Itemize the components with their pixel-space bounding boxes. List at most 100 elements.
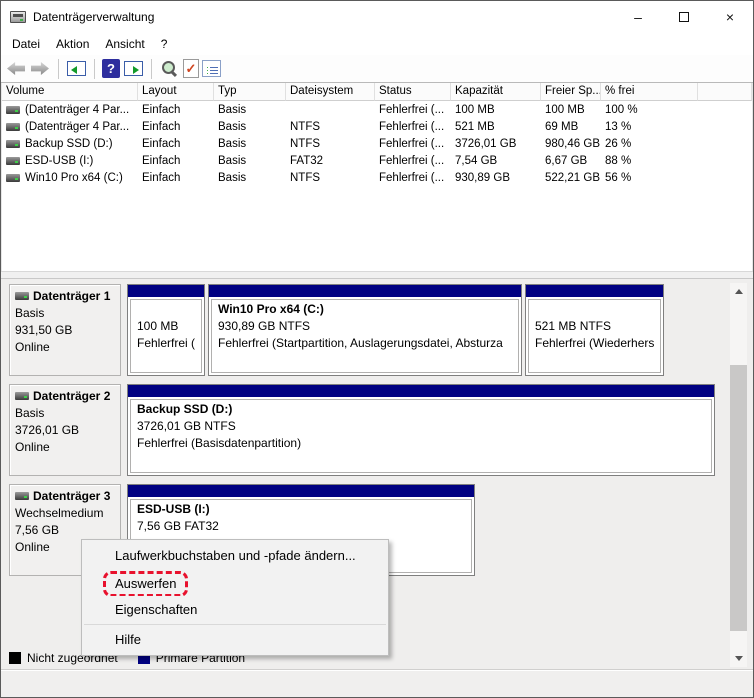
volume-cell: Fehlerfrei (... (375, 118, 451, 135)
volume-list-panel: VolumeLayoutTypDateisystemStatusKapazitä… (1, 83, 753, 271)
partition-title (535, 302, 654, 319)
scrollbar-thumb[interactable] (730, 365, 747, 631)
volume-cell: 26 % (601, 135, 698, 152)
partition-body: Backup SSD (D:)3726,01 GB NTFSFehlerfrei… (130, 399, 712, 473)
toolbar: ?✓ (1, 55, 753, 83)
menubar-item[interactable]: ? (153, 34, 176, 54)
volume-cell: Basis (214, 169, 286, 186)
partition-detail: Fehlerfrei (Basisdatenpartition) (137, 436, 705, 453)
partition-color-bar (128, 285, 204, 297)
volume-row[interactable]: Win10 Pro x64 (C:)EinfachBasisNTFSFehler… (2, 169, 752, 186)
partition-title (137, 302, 195, 319)
close-button[interactable]: × (707, 1, 753, 33)
partition-block[interactable]: 100 MBFehlerfrei (EFI-Sy (127, 284, 205, 376)
vertical-scrollbar[interactable] (730, 283, 747, 667)
properties-list-icon[interactable] (202, 60, 221, 77)
scroll-down-icon[interactable] (730, 650, 747, 667)
action-pane-icon[interactable] (123, 58, 144, 79)
column-header[interactable]: Volume (2, 83, 138, 101)
partition-title: Win10 Pro x64 (C:) (218, 302, 512, 319)
annotation-highlight-box: Auswerfen (103, 571, 188, 596)
volume-table-body: (Datenträger 4 Par...EinfachBasis Fehlerf… (2, 101, 752, 186)
forward-icon[interactable] (30, 58, 51, 79)
magnifier-icon[interactable] (159, 58, 180, 79)
partition-color-bar (128, 485, 474, 497)
volume-cell: 100 MB (541, 101, 601, 118)
volume-cell: NTFS (286, 135, 375, 152)
checkmark-page-icon[interactable]: ✓ (183, 59, 199, 78)
panel-splitter[interactable] (1, 271, 753, 279)
context-menu-item-eigenschaften[interactable]: Eigenschaften (82, 596, 388, 623)
menubar-item[interactable]: Datei (4, 34, 48, 54)
disk-size: 3726,01 GB (15, 423, 115, 437)
partition-color-bar (209, 285, 521, 297)
partition-body: 521 MB NTFSFehlerfrei (Wiederherst (528, 299, 661, 373)
toolbar-separator (58, 59, 59, 79)
disk-label-title: Datenträger 3 (15, 489, 115, 503)
column-header[interactable]: Status (375, 83, 451, 101)
partition-detail: Fehlerfrei (Wiederherst (535, 336, 654, 353)
disk-size: 931,50 GB (15, 323, 115, 337)
volume-cell: 930,89 GB (451, 169, 541, 186)
scroll-up-icon[interactable] (730, 283, 747, 300)
help-icon[interactable]: ? (102, 59, 120, 78)
menubar-item[interactable]: Aktion (48, 34, 97, 54)
context-menu-item-auswerfen[interactable]: Auswerfen (82, 569, 388, 596)
disk-size: 7,56 GB (15, 523, 115, 537)
titlebar: Datenträgerverwaltung – × (1, 1, 753, 33)
disk-row: Datenträger 2Basis3726,01 GBOnlineBackup… (9, 384, 753, 476)
volume-cell: Fehlerfrei (... (375, 152, 451, 169)
column-header[interactable]: Layout (138, 83, 214, 101)
partition-detail: Fehlerfrei (Startpartition, Auslagerungs… (218, 336, 512, 353)
volume-cell: Einfach (138, 135, 214, 152)
disk-management-window: Datenträgerverwaltung – × DateiAktionAns… (0, 0, 754, 698)
volume-cell: Basis (214, 152, 286, 169)
volume-row[interactable]: (Datenträger 4 Par...EinfachBasisNTFSFeh… (2, 118, 752, 135)
console-tree-icon[interactable] (66, 58, 87, 79)
partition-block[interactable]: Backup SSD (D:)3726,01 GB NTFSFehlerfrei… (127, 384, 715, 476)
maximize-button[interactable] (661, 1, 707, 33)
minimize-button[interactable]: – (615, 1, 661, 33)
volume-drive-icon (6, 106, 20, 114)
volume-row[interactable]: ESD-USB (I:)EinfachBasisFAT32Fehlerfrei … (2, 152, 752, 169)
column-header[interactable]: Freier Sp... (541, 83, 601, 101)
column-header[interactable]: Typ (214, 83, 286, 101)
column-header[interactable]: % frei (601, 83, 698, 101)
column-header[interactable]: Dateisystem (286, 83, 375, 101)
volume-drive-icon (6, 140, 20, 148)
disk-2-label[interactable]: Datenträger 2Basis3726,01 GBOnline (9, 384, 121, 476)
context-menu-item-hilfe[interactable]: Hilfe (82, 626, 388, 653)
statusbar (1, 669, 753, 698)
volume-cell: Basis (214, 101, 286, 118)
partition-color-bar (128, 385, 714, 397)
disk-label-title: Datenträger 2 (15, 389, 115, 403)
volume-row[interactable]: (Datenträger 4 Par...EinfachBasisFehlerf… (2, 101, 752, 118)
partitions: Backup SSD (D:)3726,01 GB NTFSFehlerfrei… (127, 384, 715, 476)
partition-detail: 3726,01 GB NTFS (137, 419, 705, 436)
volume-cell: 88 % (601, 152, 698, 169)
partition-title: ESD-USB (I:) (137, 502, 465, 519)
window-title: Datenträgerverwaltung (33, 10, 154, 24)
disk-icon (15, 392, 29, 400)
menubar: DateiAktionAnsicht? (1, 33, 753, 55)
partition-block[interactable]: 521 MB NTFSFehlerfrei (Wiederherst (525, 284, 664, 376)
partition-detail: Fehlerfrei (EFI-Sy (137, 336, 195, 353)
menubar-item[interactable]: Ansicht (97, 34, 152, 54)
disk-type: Wechselmedium (15, 506, 115, 520)
volume-drive-icon (6, 157, 20, 165)
volume-cell: 100 % (601, 101, 698, 118)
volume-cell: Basis (214, 135, 286, 152)
partition-block[interactable]: Win10 Pro x64 (C:)930,89 GB NTFSFehlerfr… (208, 284, 522, 376)
context-menu-item-label: Auswerfen (115, 576, 176, 591)
volume-cell: (Datenträger 4 Par... (2, 101, 138, 118)
back-icon[interactable] (6, 58, 27, 79)
legend-swatch (9, 652, 21, 664)
context-menu-item-laufwerkbuchstaben-und-pfade-ndern[interactable]: Laufwerkbuchstaben und -pfade ändern... (82, 542, 388, 569)
context-menu-separator (84, 624, 386, 625)
partition-body: 100 MBFehlerfrei (EFI-Sy (130, 299, 202, 373)
disk-1-label[interactable]: Datenträger 1Basis931,50 GBOnline (9, 284, 121, 376)
volume-cell: Fehlerfrei (... (375, 101, 451, 118)
column-header[interactable]: Kapazität (451, 83, 541, 101)
volume-cell: NTFS (286, 118, 375, 135)
volume-row[interactable]: Backup SSD (D:)EinfachBasisNTFSFehlerfre… (2, 135, 752, 152)
